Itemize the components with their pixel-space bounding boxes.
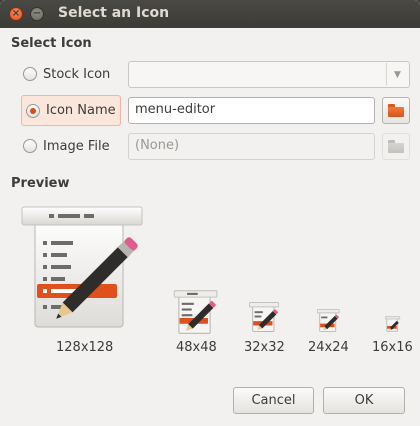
image-file-label: Image File: [43, 138, 110, 154]
close-button[interactable]: ×: [9, 7, 23, 21]
menu-editor-icon-32: [249, 302, 280, 332]
size-label-32: 32x32: [244, 340, 285, 355]
size-label-48: 48x48: [176, 340, 217, 355]
icon-name-input[interactable]: menu-editor: [128, 97, 375, 124]
icon-name-radio[interactable]: Icon Name: [21, 95, 121, 126]
minimize-button[interactable]: −: [30, 7, 44, 21]
chevron-down-icon[interactable]: ▼: [386, 63, 408, 86]
image-file-input[interactable]: (None): [128, 133, 375, 160]
browse-icon-button[interactable]: [382, 97, 410, 124]
folder-icon: [388, 140, 404, 153]
menu-editor-icon-24: [317, 309, 340, 332]
window-title: Select an Icon: [58, 5, 170, 21]
image-file-radio[interactable]: Image File: [23, 133, 110, 159]
titlebar: × − Select an Icon: [0, 0, 420, 28]
stock-icon-radio[interactable]: Stock Icon: [23, 61, 110, 87]
menu-editor-icon-16: [385, 316, 401, 332]
close-icon: ×: [11, 8, 21, 19]
preview-heading: Preview: [11, 176, 70, 191]
menu-editor-icon-48: [173, 290, 218, 334]
stock-icon-label: Stock Icon: [43, 66, 111, 82]
size-label-16: 16x16: [372, 340, 413, 355]
size-label-24: 24x24: [308, 340, 349, 355]
dialog-window: × − Select an Icon Select Icon Stock Ico…: [0, 0, 420, 426]
stock-icon-combo[interactable]: ▼: [128, 61, 410, 88]
menu-editor-icon-128: [21, 206, 143, 328]
folder-icon: [388, 104, 404, 117]
icon-name-label: Icon Name: [46, 103, 116, 118]
select-icon-heading: Select Icon: [11, 36, 92, 51]
cancel-button[interactable]: Cancel: [233, 387, 314, 414]
size-label-128: 128x128: [56, 340, 114, 355]
radio-indicator[interactable]: [23, 139, 37, 153]
radio-indicator[interactable]: [23, 67, 37, 81]
browse-image-button[interactable]: [382, 133, 410, 160]
minimize-icon: −: [32, 8, 42, 19]
radio-indicator-checked[interactable]: [26, 103, 40, 118]
ok-button[interactable]: OK: [323, 387, 405, 414]
